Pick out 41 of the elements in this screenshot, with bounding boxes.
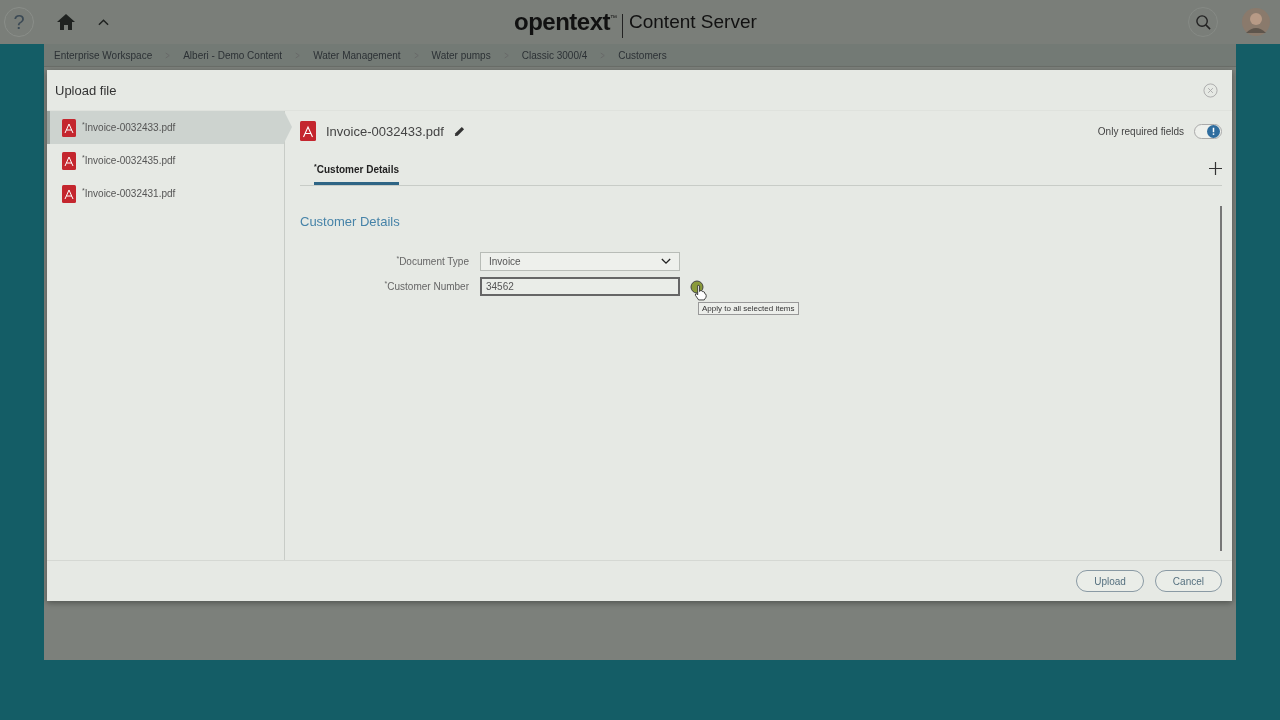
tab[interactable]: $^{*}$Customer Details: [314, 151, 399, 185]
required-fields-toggle[interactable]: [1194, 123, 1222, 139]
section-heading: Customer Details: [300, 214, 401, 229]
product-name: Content Server: [629, 11, 757, 33]
field-label: $^{*}$Document Type: [395, 255, 469, 268]
dialog-title: Upload file: [55, 82, 117, 98]
avatar-icon[interactable]: [1242, 8, 1270, 36]
breadcrumb-link[interactable]: Enterprise Workspace: [54, 49, 153, 61]
file-item[interactable]: $^{*}$Invoice-0032435.pdf: [47, 144, 284, 177]
toggle-label: Only required fields: [1097, 125, 1184, 137]
pdf-icon: [62, 151, 76, 170]
pdf-icon: [62, 118, 76, 137]
breadcrumb-link[interactable]: Water pumps: [431, 49, 491, 61]
file-name: $^{*}$Invoice-0032433.pdf: [82, 121, 176, 134]
upload-button[interactable]: Upload: [1076, 570, 1144, 592]
customer-number-field[interactable]: 34562: [480, 277, 680, 296]
brand-logo: opentext: [514, 8, 610, 36]
breadcrumb-link[interactable]: Water Management: [313, 49, 401, 61]
document-type-dropdown[interactable]: Invoice: [480, 252, 680, 271]
search-button[interactable]: [1188, 7, 1218, 37]
breadcrumb-link[interactable]: Alberi - Demo Content: [183, 49, 283, 61]
pdf-icon: [300, 121, 316, 141]
caret-up-icon[interactable]: [98, 18, 109, 26]
breadcrumb-link[interactable]: Customers: [618, 49, 667, 61]
search-icon: [1194, 13, 1212, 31]
file-name: $^{*}$Invoice-0032435.pdf: [82, 154, 176, 167]
selection-pointer: [284, 111, 292, 143]
document-title: Invoice-0032433.pdf: [326, 123, 444, 139]
add-icon[interactable]: [1209, 161, 1222, 175]
pdf-icon: [62, 184, 76, 203]
tooltip: Apply to all selected items: [698, 301, 799, 315]
exclamation-icon: [1212, 126, 1215, 136]
file-name: $^{*}$Invoice-0032431.pdf: [82, 187, 176, 200]
field-label: $^{*}$Customer Number: [383, 280, 469, 293]
breadcrumb-link[interactable]: Classic 3000/4: [521, 49, 588, 61]
pencil-icon[interactable]: [453, 125, 465, 137]
cancel-button[interactable]: Cancel: [1154, 570, 1222, 592]
file-item[interactable]: $^{*}$Invoice-0032431.pdf: [47, 177, 284, 210]
hand-cursor-icon: [694, 283, 707, 301]
chevron-down-icon: [661, 258, 671, 265]
home-icon[interactable]: [56, 13, 76, 31]
